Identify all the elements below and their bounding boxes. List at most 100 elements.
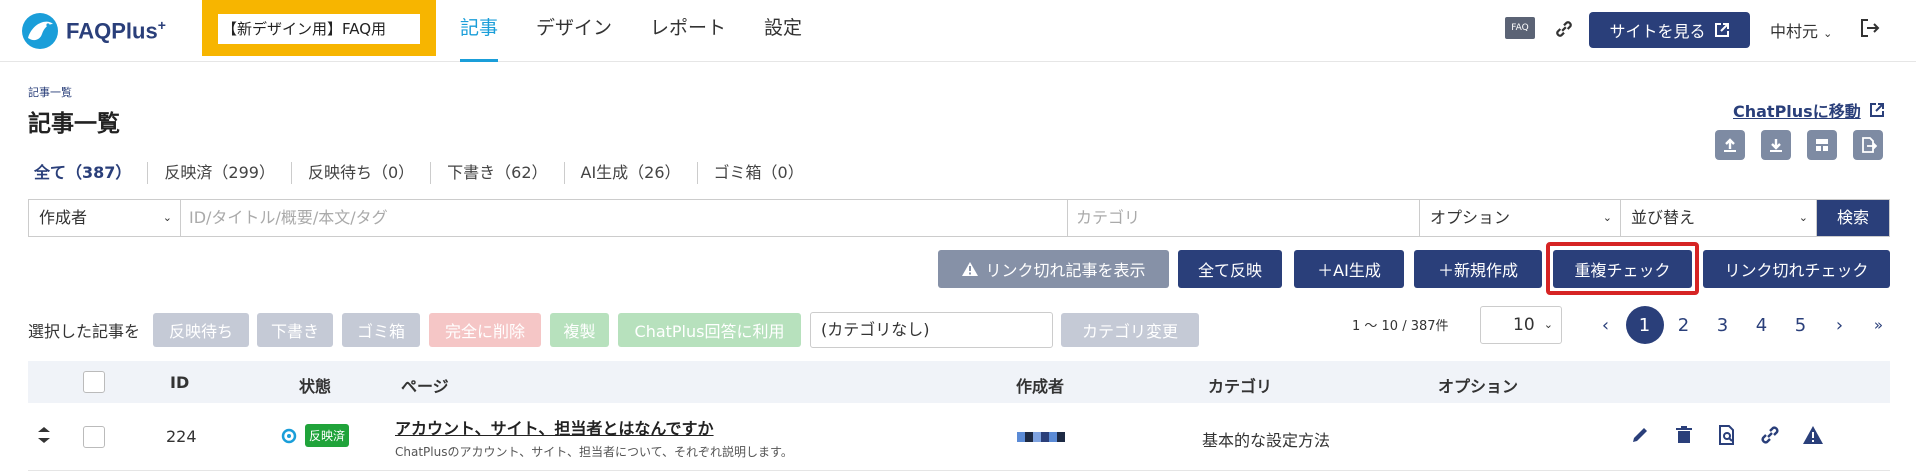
bulk-action-label: 選択した記事を xyxy=(28,322,141,341)
page-1-label: 1 xyxy=(1625,306,1664,344)
sort-handle-icon[interactable] xyxy=(32,423,56,447)
export-icon[interactable] xyxy=(1853,130,1883,160)
bulk-category-input[interactable]: (カテゴリなし) xyxy=(810,312,1053,348)
tab-ai[interactable]: AI生成（26） xyxy=(581,162,698,184)
row-id: 224 xyxy=(166,427,197,446)
bulk-trash-button[interactable]: ゴミ箱 xyxy=(342,313,420,347)
download-icon[interactable] xyxy=(1761,130,1791,160)
page-1-button[interactable]: 1 xyxy=(1625,306,1664,344)
column-id[interactable]: ID xyxy=(170,373,189,392)
table-header: ID 状態 ページ 作成者 カテゴリ オプション xyxy=(28,361,1890,403)
bulk-draft-button[interactable]: 下書き xyxy=(257,313,333,347)
show-broken-link-label: リンク切れ記事を表示 xyxy=(985,261,1146,280)
prev-page-button[interactable]: ‹ xyxy=(1586,306,1625,344)
page-5-button[interactable]: 5 xyxy=(1781,306,1820,344)
external-link-icon xyxy=(1714,23,1729,37)
row-checkbox[interactable] xyxy=(83,426,105,448)
faqplus-logo[interactable]: FAQPlus+ xyxy=(20,6,185,56)
column-option[interactable]: オプション xyxy=(1438,373,1518,397)
column-category[interactable]: カテゴリ xyxy=(1208,373,1272,397)
dolphin-logo-icon xyxy=(22,13,58,49)
trash-icon[interactable] xyxy=(1672,423,1696,447)
bulk-copy-button[interactable]: 複製 xyxy=(550,313,609,347)
article-title-link[interactable]: アカウント、サイト、担当者とはなんですか xyxy=(395,415,793,439)
row-status: 反映済 xyxy=(281,424,350,447)
row-category: 基本的な設定方法 xyxy=(1202,431,1331,450)
tool-icons xyxy=(1715,130,1883,160)
tab-all[interactable]: 全て（387） xyxy=(34,162,149,184)
chevron-down-icon: ⌄ xyxy=(1823,27,1833,40)
preview-icon[interactable] xyxy=(1715,423,1739,447)
chevron-down-icon: ⌄ xyxy=(162,211,172,224)
logout-icon[interactable] xyxy=(1858,16,1882,40)
column-status[interactable]: 状態 xyxy=(299,373,331,397)
new-article-button[interactable]: ＋新規作成 xyxy=(1414,250,1542,288)
bulk-pending-button[interactable]: 反映待ち xyxy=(153,313,249,347)
status-tabs: 全て（387） 反映済（299） 反映待ち（0） 下書き（62） AI生成（26… xyxy=(34,162,836,184)
change-category-button[interactable]: カテゴリ変更 xyxy=(1061,313,1199,347)
column-page[interactable]: ページ xyxy=(401,373,449,397)
per-page-value: 10 xyxy=(1513,315,1535,335)
tab-draft[interactable]: 下書き（62） xyxy=(447,162,565,184)
nav-design[interactable]: デザイン xyxy=(536,0,612,62)
column-author[interactable]: 作成者 xyxy=(1016,373,1064,397)
article-summary: ChatPlusのアカウント、サイト、担当者について、それぞれ説明します。 xyxy=(395,445,793,459)
bulk-chatplus-button[interactable]: ChatPlus回答に利用 xyxy=(618,313,801,347)
nav-settings[interactable]: 設定 xyxy=(764,0,802,62)
table-row: 224 反映済 アカウント、サイト、担当者とはなんですか ChatPlusのアカ… xyxy=(28,403,1890,471)
ai-generate-button[interactable]: ＋AI生成 xyxy=(1294,250,1404,288)
next-page-button[interactable]: › xyxy=(1820,306,1859,344)
link-check-button[interactable]: リンク切れチェック xyxy=(1703,250,1890,288)
bulk-delete-button[interactable]: 完全に削除 xyxy=(429,313,541,347)
nav-report[interactable]: レポート xyxy=(650,0,726,62)
page-3-button[interactable]: 3 xyxy=(1703,306,1742,344)
sort-select[interactable]: 並び替え ⌄ xyxy=(1621,200,1817,236)
view-site-button[interactable]: サイトを見る xyxy=(1589,12,1750,48)
pagination: ‹ 1 2 3 4 5 › » xyxy=(1586,306,1898,344)
warning-icon[interactable] xyxy=(1801,423,1825,447)
nav-articles[interactable]: 記事 xyxy=(460,0,499,62)
highlight-box xyxy=(1546,242,1699,295)
tab-pending[interactable]: 反映待ち（0） xyxy=(308,162,432,184)
tab-published[interactable]: 反映済（299） xyxy=(164,162,292,184)
link-icon[interactable] xyxy=(1553,18,1575,40)
layout-icon[interactable] xyxy=(1807,130,1837,160)
breadcrumb[interactable]: 記事一覧 xyxy=(28,84,72,100)
page-2-button[interactable]: 2 xyxy=(1664,306,1703,344)
user-menu[interactable]: 中村元 ⌄ xyxy=(1770,18,1832,42)
chevron-down-icon: ⌄ xyxy=(1798,211,1808,224)
chatplus-link[interactable]: ChatPlusに移動 xyxy=(1733,98,1885,122)
option-select[interactable]: オプション ⌄ xyxy=(1420,200,1621,236)
faq-badge-icon[interactable]: FAQ xyxy=(1505,17,1535,39)
author-avatar xyxy=(1017,432,1065,442)
filter-bar: 作成者 ⌄ ID/タイトル/概要/本文/タグ カテゴリ オプション ⌄ 並び替え ⌄ … xyxy=(28,199,1890,237)
link-icon[interactable] xyxy=(1758,423,1782,447)
page-4-button[interactable]: 4 xyxy=(1742,306,1781,344)
keyword-input[interactable]: ID/タイトル/概要/本文/タグ xyxy=(181,200,1068,236)
per-page-select[interactable]: 10 ⌄ xyxy=(1480,306,1562,344)
last-page-button[interactable]: » xyxy=(1859,306,1898,344)
status-badge: 反映済 xyxy=(305,424,350,447)
main-nav: 記事 デザイン レポート 設定 xyxy=(460,0,840,62)
top-bar: FAQPlus+ 【新デザイン用】FAQ用 記事 デザイン レポート 設定 FA… xyxy=(0,0,1916,62)
chevron-down-icon: ⌄ xyxy=(1543,318,1553,331)
warning-icon xyxy=(962,262,979,276)
category-input[interactable]: カテゴリ xyxy=(1068,200,1420,236)
search-button[interactable]: 検索 xyxy=(1817,200,1889,236)
publish-all-button[interactable]: 全て反映 xyxy=(1178,250,1282,288)
chevron-down-icon: ⌄ xyxy=(1602,211,1612,224)
result-count: 1 〜 10 / 387件 xyxy=(1352,319,1449,334)
site-selector[interactable]: 【新デザイン用】FAQ用 xyxy=(202,0,436,56)
logo-plus: + xyxy=(157,17,166,34)
author-select[interactable]: 作成者 ⌄ xyxy=(29,200,181,236)
tab-trash[interactable]: ゴミ箱（0） xyxy=(714,162,820,184)
select-all-checkbox[interactable] xyxy=(83,371,105,393)
chatplus-link-label: ChatPlusに移動 xyxy=(1733,102,1861,121)
chatplus-icon xyxy=(281,428,297,443)
site-selector-value[interactable]: 【新デザイン用】FAQ用 xyxy=(218,14,420,44)
edit-icon[interactable] xyxy=(1628,423,1652,447)
logo-text: FAQPlus xyxy=(66,18,158,44)
show-broken-link-button[interactable]: リンク切れ記事を表示 xyxy=(938,250,1169,288)
upload-icon[interactable] xyxy=(1715,130,1745,160)
row-page: アカウント、サイト、担当者とはなんですか ChatPlusのアカウント、サイト、… xyxy=(395,415,793,460)
